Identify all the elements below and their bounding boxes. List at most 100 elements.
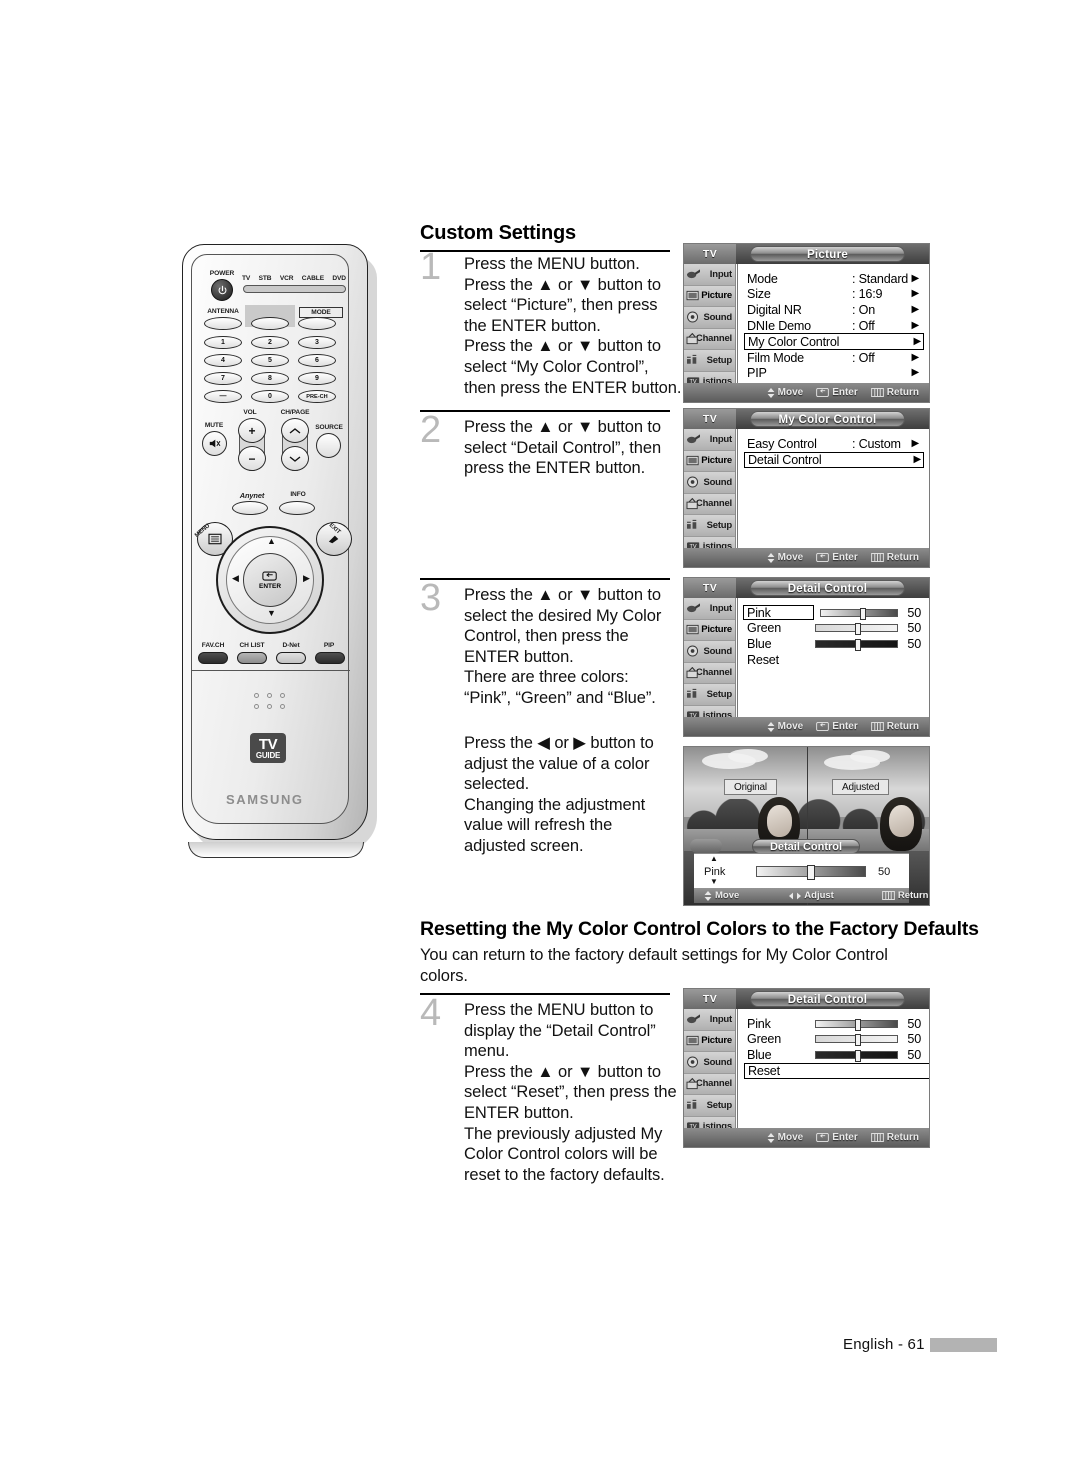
- dpad-up-icon[interactable]: ▲: [267, 537, 276, 546]
- slider-track-blue[interactable]: [814, 638, 899, 651]
- overlay-down-arrow[interactable]: ▼: [710, 878, 718, 886]
- sidebar-item-sound[interactable]: Sound: [684, 307, 735, 329]
- slider-knob[interactable]: [854, 1018, 861, 1031]
- menu-row-film-mode[interactable]: Film Mode : Off ▶: [747, 350, 921, 366]
- info-button[interactable]: [279, 501, 315, 515]
- channel-up-button[interactable]: [281, 418, 309, 443]
- overlay-slider-track[interactable]: [756, 865, 866, 880]
- slider-track-green[interactable]: [814, 623, 899, 636]
- osd-sidebar[interactable]: Input Picture Sound Channel Setup TV Lis…: [684, 264, 736, 402]
- ch-list-button[interactable]: [237, 652, 267, 664]
- mute-button[interactable]: [202, 431, 227, 456]
- device-selector-strip[interactable]: [243, 285, 346, 293]
- sidebar-item-picture[interactable]: Picture: [684, 1030, 735, 1052]
- osd-sidebar[interactable]: Input Picture Sound Channel Setup TV Lis…: [684, 1009, 736, 1147]
- sidebar-item-setup[interactable]: Setup: [684, 350, 735, 372]
- dpad-left-icon[interactable]: ◀: [232, 574, 239, 583]
- key-2[interactable]: 2: [251, 336, 289, 349]
- key-0[interactable]: 0: [251, 390, 289, 403]
- source-button[interactable]: [316, 433, 341, 458]
- key-6[interactable]: 6: [298, 354, 336, 367]
- sidebar-item-input[interactable]: Input: [684, 598, 735, 620]
- osd-slider-list[interactable]: Pink 50 Green 50 Blue 50 Reset: [737, 1009, 929, 1128]
- slider-track-pink[interactable]: [814, 1018, 899, 1031]
- sidebar-item-input[interactable]: Input: [684, 1009, 735, 1031]
- menu-row-detail-control[interactable]: Detail Control ▶: [744, 451, 924, 468]
- slider-knob[interactable]: [854, 1049, 861, 1062]
- key-5[interactable]: 5: [251, 354, 289, 367]
- volume-up-button[interactable]: +: [238, 418, 266, 443]
- key-8[interactable]: 8: [251, 372, 289, 385]
- menu-row-reset[interactable]: Reset: [747, 652, 921, 668]
- pip-button[interactable]: [315, 652, 345, 664]
- sidebar-item-picture[interactable]: Picture: [684, 450, 735, 472]
- menu-row-size[interactable]: Size : 16:9 ▶: [747, 287, 921, 303]
- slider-track-green[interactable]: [814, 1034, 899, 1047]
- slider-row-pink[interactable]: Pink 50: [743, 605, 921, 621]
- enter-button[interactable]: ENTER: [243, 553, 297, 607]
- sidebar-item-channel[interactable]: Channel: [684, 493, 735, 515]
- power-button[interactable]: [211, 279, 233, 301]
- sidebar-item-setup[interactable]: Setup: [684, 515, 735, 537]
- slider-knob[interactable]: [854, 1034, 861, 1047]
- menu-row-my-color-control[interactable]: My Color Control ▶: [744, 333, 924, 350]
- dpad-right-icon[interactable]: ▶: [303, 574, 310, 583]
- slider-knob[interactable]: [859, 607, 866, 620]
- sidebar-item-picture[interactable]: Picture: [684, 619, 735, 641]
- sidebar-item-sound[interactable]: Sound: [684, 641, 735, 663]
- osd-detail-control-menu[interactable]: TV Detail Control Input Picture Sound Ch…: [683, 577, 930, 737]
- antenna-button[interactable]: [204, 317, 242, 330]
- sidebar-item-channel[interactable]: Channel: [684, 328, 735, 350]
- sidebar-item-setup[interactable]: Setup: [684, 684, 735, 706]
- menu-row-easy-control[interactable]: Easy Control : Custom ▶: [747, 436, 921, 452]
- slider-row-blue[interactable]: Blue 50: [747, 636, 921, 652]
- anynet-button[interactable]: [232, 501, 268, 515]
- sidebar-item-sound[interactable]: Sound: [684, 1052, 735, 1074]
- mode-button[interactable]: [298, 317, 336, 330]
- osd-menu-list[interactable]: Easy Control : Custom ▶ Detail Control ▶: [737, 429, 929, 548]
- dpad-down-icon[interactable]: ▼: [267, 609, 276, 618]
- sidebar-item-channel[interactable]: Channel: [684, 1073, 735, 1095]
- slider-row-blue[interactable]: Blue 50: [747, 1047, 921, 1063]
- sidebar-item-sound[interactable]: Sound: [684, 472, 735, 494]
- sidebar-item-setup[interactable]: Setup: [684, 1095, 735, 1117]
- key-1[interactable]: 1: [204, 336, 242, 349]
- sidebar-item-picture[interactable]: Picture: [684, 285, 735, 307]
- osd-sidebar[interactable]: Input Picture Sound Channel Setup TV Lis…: [684, 429, 736, 567]
- key-4[interactable]: 4: [204, 354, 242, 367]
- osd-picture-menu[interactable]: TV Picture Input Picture Sound Channel S…: [683, 243, 930, 403]
- menu-row-reset[interactable]: Reset: [744, 1062, 929, 1080]
- menu-row-dnie-demo[interactable]: DNIe Demo : Off ▶: [747, 318, 921, 334]
- channel-down-button[interactable]: [281, 446, 309, 471]
- key-dash[interactable]: —: [204, 390, 242, 403]
- osd-slider-list[interactable]: Pink 50 Green 50 Blue 50 Reset: [737, 598, 929, 717]
- key-7[interactable]: 7: [204, 372, 242, 385]
- sidebar-item-input[interactable]: Input: [684, 429, 735, 451]
- osd-my-color-control-menu[interactable]: TV My Color Control Input Picture Sound …: [683, 408, 930, 568]
- overlay-up-arrow[interactable]: ▲: [710, 855, 718, 863]
- tv-guide-button[interactable]: [251, 317, 289, 330]
- slider-track-pink[interactable]: [819, 607, 899, 620]
- menu-row-mode[interactable]: Mode : Standard ▶: [747, 271, 921, 287]
- overlay-slider-panel[interactable]: ▲ Pink ▼ 50: [694, 853, 909, 890]
- d-net-button[interactable]: [276, 652, 306, 664]
- fav-ch-button[interactable]: [198, 652, 228, 664]
- slider-knob[interactable]: [854, 623, 861, 636]
- volume-down-button[interactable]: −: [238, 446, 266, 471]
- key-3[interactable]: 3: [298, 336, 336, 349]
- menu-row-digital-nr[interactable]: Digital NR : On ▶: [747, 302, 921, 318]
- slider-row-green[interactable]: Green 50: [747, 1032, 921, 1048]
- sidebar-item-input[interactable]: Input: [684, 264, 735, 286]
- sidebar-item-channel[interactable]: Channel: [684, 662, 735, 684]
- key-pre-ch[interactable]: PRE-CH: [298, 390, 336, 403]
- overlay-slider-knob[interactable]: [807, 865, 815, 880]
- osd-detail-control-reset-menu[interactable]: TV Detail Control Input Picture Sound Ch…: [683, 988, 930, 1148]
- key-9[interactable]: 9: [298, 372, 336, 385]
- menu-row-pip[interactable]: PIP ▶: [747, 365, 921, 381]
- osd-sidebar[interactable]: Input Picture Sound Channel Setup TV Lis…: [684, 598, 736, 736]
- slider-track-blue[interactable]: [814, 1049, 899, 1062]
- osd-menu-list[interactable]: Mode : Standard ▶ Size : 16:9 ▶ Digital …: [737, 264, 929, 383]
- slider-row-pink[interactable]: Pink 50: [747, 1016, 921, 1032]
- slider-row-green[interactable]: Green 50: [747, 621, 921, 637]
- slider-knob[interactable]: [854, 638, 861, 651]
